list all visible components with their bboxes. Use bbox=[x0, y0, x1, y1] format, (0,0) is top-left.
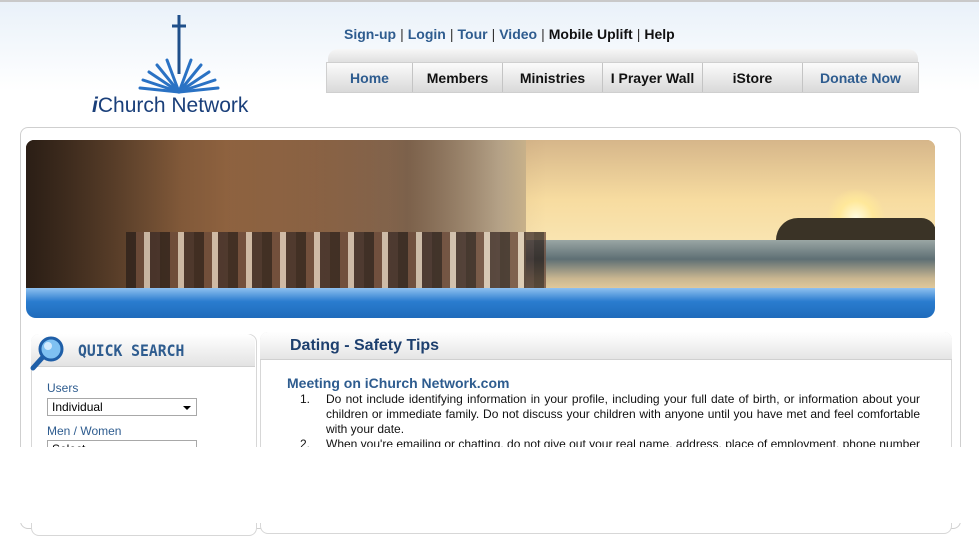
list-item: 1. Do not include identifying informatio… bbox=[300, 392, 920, 437]
logo-text: iChurch Network bbox=[92, 94, 248, 118]
banner-blue-bar bbox=[26, 288, 935, 318]
nav-top-rounding bbox=[328, 49, 918, 63]
chevron-down-icon bbox=[183, 406, 191, 410]
section-title: Meeting on iChurch Network.com bbox=[287, 375, 510, 391]
top-links: Sign-up | Login | Tour | Video | Mobile Uplift | H… bbox=[344, 26, 675, 42]
blank-area bbox=[0, 447, 979, 523]
users-select-value: Individual bbox=[52, 400, 103, 414]
logo-name: Church Network bbox=[97, 94, 249, 117]
separator: | bbox=[400, 26, 404, 42]
separator: | bbox=[541, 26, 545, 42]
banner-crowd bbox=[126, 232, 546, 288]
page-title: Dating - Safety Tips bbox=[290, 337, 440, 354]
tab-istore[interactable]: iStore bbox=[703, 63, 803, 92]
users-select[interactable]: Individual bbox=[47, 398, 197, 416]
help-link[interactable]: Help bbox=[644, 26, 674, 42]
tab-ministries[interactable]: Ministries bbox=[503, 63, 603, 92]
main-nav: Home Members Ministries I Prayer Wall iS… bbox=[326, 62, 919, 93]
tab-donate-now[interactable]: Donate Now bbox=[803, 63, 918, 92]
list-item-number: 1. bbox=[300, 392, 311, 406]
tab-home[interactable]: Home bbox=[327, 63, 413, 92]
men-women-label: Men / Women bbox=[47, 424, 122, 438]
mobile-uplift-link[interactable]: Mobile Uplift bbox=[549, 26, 633, 42]
banner-image bbox=[26, 140, 935, 288]
separator: | bbox=[636, 26, 641, 42]
list-item-text: Do not include identifying information i… bbox=[326, 392, 920, 436]
separator: | bbox=[491, 26, 496, 42]
banner-island bbox=[776, 218, 935, 240]
banner-sea bbox=[526, 240, 935, 288]
quick-search-title: QUICK SEARCH bbox=[78, 341, 185, 360]
tab-members[interactable]: Members bbox=[413, 63, 503, 92]
signup-link[interactable]: Sign-up bbox=[344, 26, 396, 42]
video-link[interactable]: Video bbox=[499, 26, 537, 42]
users-label: Users bbox=[47, 381, 79, 395]
magnifier-icon bbox=[30, 336, 64, 371]
tour-link[interactable]: Tour bbox=[458, 26, 488, 42]
separator: | bbox=[449, 26, 454, 42]
login-link[interactable]: Login bbox=[408, 26, 446, 42]
tab-prayer-wall[interactable]: I Prayer Wall bbox=[603, 63, 703, 92]
